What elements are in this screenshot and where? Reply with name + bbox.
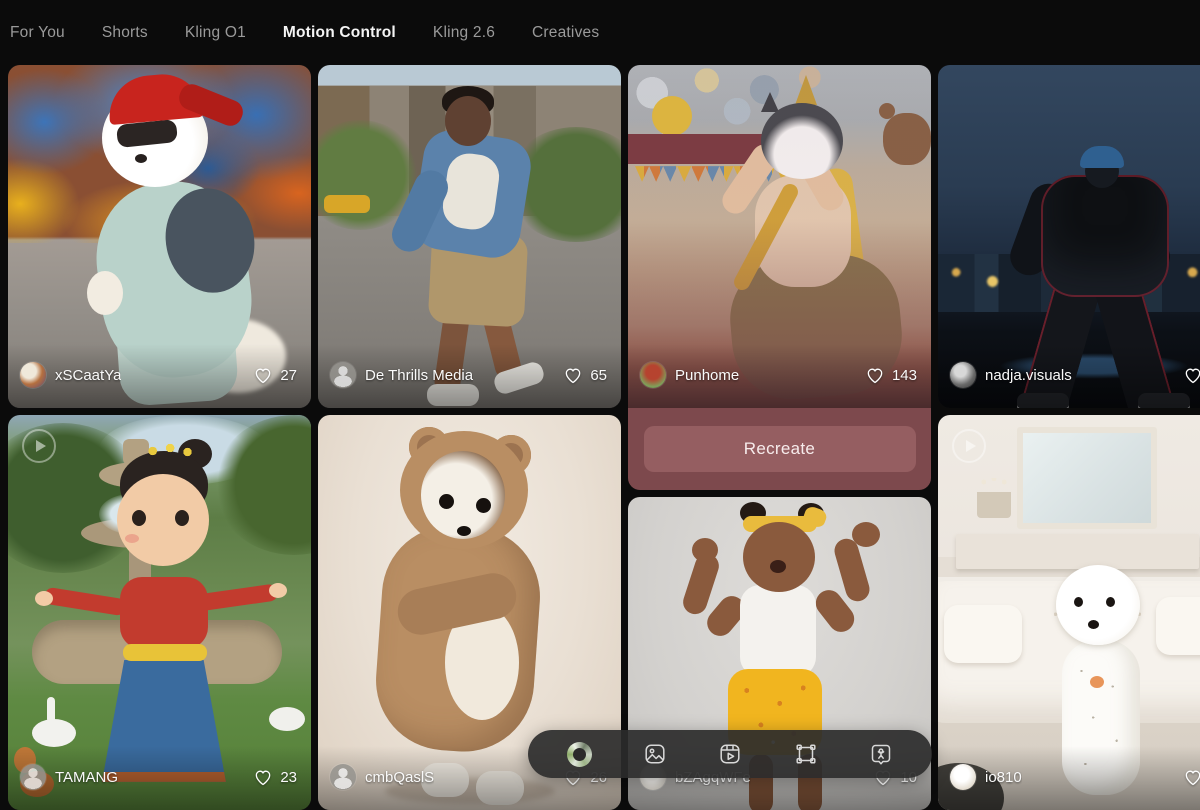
baby-fist [692,538,718,562]
username[interactable]: Punhome [675,367,739,384]
girl-sash [123,644,207,661]
video-masonry-grid: xSCaatYa 27 [8,65,1200,810]
candelabra [977,478,1011,518]
girl-eye [175,510,189,526]
dog-head [1056,565,1140,645]
username[interactable]: De Thrills Media [365,367,473,384]
heart-icon[interactable] [563,365,583,385]
username[interactable]: io810 [985,769,1022,786]
card-footer: nadja.visuals 50 [938,344,1200,408]
card-footer: xSCaatYa 27 [8,344,311,408]
sofa-cushion [1156,597,1200,655]
play-circle-icon [22,429,56,463]
tab-kling-o1[interactable]: Kling O1 [185,24,246,42]
avatar-placeholder[interactable] [330,362,356,388]
girl-face [117,474,209,566]
sofa-cushion [944,605,1022,663]
username[interactable]: xSCaatYa [55,367,121,384]
grid-column-2: De Thrills Media 65 [318,65,621,810]
like-count: 27 [280,367,297,384]
puffer-jacket [1041,175,1169,297]
baby-mouth [770,560,786,573]
heart-icon[interactable] [1183,365,1200,385]
canvas-frame-icon[interactable] [793,741,819,767]
video-card-io810[interactable]: io810 20 [938,415,1200,810]
like-count: 23 [280,769,297,786]
blue-cap [1080,146,1124,168]
white-tank-top [740,585,816,677]
recreate-button[interactable]: Recreate [644,426,916,472]
dancer-head [445,96,491,146]
card-footer: De Thrills Media 65 [318,344,621,408]
grid-column-4: nadja.visuals 50 [938,65,1200,810]
image-icon[interactable] [642,741,668,767]
hair-flowers [144,441,202,461]
girl-blush [125,534,139,543]
taxi [324,195,370,213]
girl-eye [132,510,146,526]
heart-icon[interactable] [253,365,273,385]
goose [32,719,76,747]
video-thumbnail-husky-dancer[interactable]: Punhome 143 [628,65,931,408]
like-count: 65 [590,367,607,384]
dog-eye [476,498,491,513]
grid-column-3: Punhome 143 Recreate [628,65,931,810]
video-card-nadja[interactable]: nadja.visuals 50 [938,65,1200,408]
dog-nose [457,526,471,536]
grid-column-1: xSCaatYa 27 [8,65,311,810]
username[interactable]: TAMANG [55,769,118,786]
card-footer: io810 20 [938,746,1200,810]
avatar-placeholder[interactable] [20,764,46,790]
mirror [1017,427,1157,529]
girl-arm [44,586,128,616]
video-thumbnail-graffiti-dog[interactable]: xSCaatYa 27 [8,65,311,408]
top-nav: For You Shorts Kling O1 Motion Control K… [0,0,1200,65]
tab-shorts[interactable]: Shorts [102,24,148,42]
video-thumbnail-night-dancer[interactable]: nadja.visuals 50 [938,65,1200,408]
girl-top [120,577,208,649]
username[interactable]: cmbQaslS [365,769,434,786]
video-thumbnail-park-girl[interactable]: TAMANG 23 [8,415,311,810]
video-thumbnail-street-dancer[interactable]: De Thrills Media 65 [318,65,621,408]
kling-logo[interactable] [566,741,592,767]
baby-head [743,522,815,592]
avatar[interactable] [950,764,976,790]
recreate-panel: Recreate [628,408,931,490]
video-card-tamang[interactable]: TAMANG 23 [8,415,311,810]
dog-toy [1090,676,1104,688]
tab-motion-control[interactable]: Motion Control [283,24,396,42]
like-count: 143 [892,367,917,384]
video-card-punhome-hovered[interactable]: Punhome 143 Recreate [628,65,931,490]
play-circle-icon [952,429,986,463]
pose-person-icon[interactable] [868,741,894,767]
card-footer: TAMANG 23 [8,746,311,810]
goose-neck [47,697,55,723]
girl-hand [35,591,53,606]
heart-icon[interactable] [865,365,885,385]
heart-icon[interactable] [253,767,273,787]
dog-eye [1106,597,1115,607]
video-card-de-thrills[interactable]: De Thrills Media 65 [318,65,621,408]
username[interactable]: nadja.visuals [985,367,1072,384]
avatar[interactable] [20,362,46,388]
heart-icon[interactable] [1183,767,1200,787]
tab-for-you[interactable]: For You [10,24,65,42]
video-thumbnail-white-room-dog[interactable]: io810 20 [938,415,1200,810]
avatar[interactable] [640,362,666,388]
card-footer: Punhome 143 [628,344,931,408]
tab-kling-26[interactable]: Kling 2.6 [433,24,495,42]
avatar[interactable] [950,362,976,388]
dog-paw [87,271,123,315]
video-frames-icon[interactable] [717,741,743,767]
girl-hand [269,583,287,598]
app-screen: { "nav": { "items": [ {"label": "For You… [0,0,1200,800]
bottom-toolbar [528,730,932,778]
kling-logo-ring [567,742,592,767]
baby-fist [852,522,880,547]
video-card-xscaatya[interactable]: xSCaatYa 27 [8,65,311,408]
avatar-placeholder[interactable] [330,764,356,790]
mantel [956,534,1198,570]
tab-creatives[interactable]: Creatives [532,24,599,42]
goose [269,707,305,731]
